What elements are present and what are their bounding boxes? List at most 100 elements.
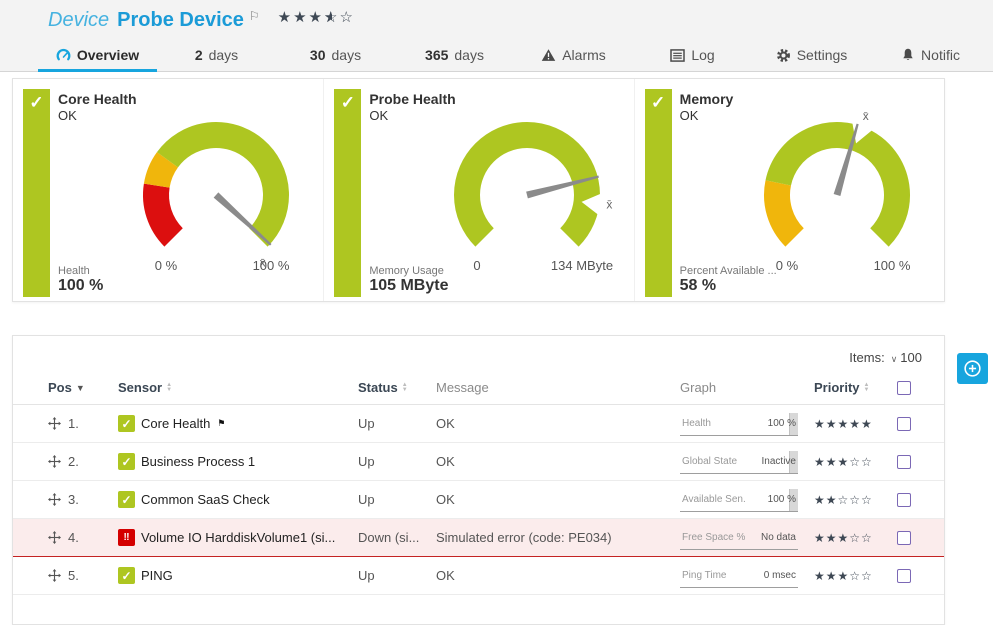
svg-text:0 %: 0 %	[155, 258, 178, 273]
mini-graph[interactable]: Health 100 %	[680, 412, 798, 436]
move-handle-icon[interactable]	[48, 417, 61, 430]
tab-30-days[interactable]: 30 days	[276, 41, 395, 72]
mini-graph[interactable]: Ping Time 0 msec	[680, 564, 798, 588]
gauge-title: Memory	[680, 91, 944, 107]
tab-365-days[interactable]: 365 days	[395, 41, 514, 72]
gauge-panel-core-health[interactable]: ✓ Core Health OK 0 % 100 % x̄ Health 100…	[13, 79, 323, 301]
row-checkbox[interactable]	[897, 569, 911, 583]
status-cell: Up	[358, 492, 436, 507]
check-icon: ✓	[341, 93, 355, 112]
svg-text:x̄: x̄	[606, 197, 612, 211]
table-row-error: 4. ‼ Volume IO HarddiskVolume1 (si... Do…	[13, 519, 944, 557]
sensor-status-icon: ✓	[118, 491, 135, 508]
select-all-checkbox[interactable]	[897, 381, 911, 395]
position-number: 2.	[68, 454, 79, 469]
core-health-gauge: 0 % 100 % x̄	[111, 107, 321, 277]
favorite-flag-icon: ⚑	[217, 418, 225, 429]
status-cell: Up	[358, 454, 436, 469]
sort-icon: ▲▼	[402, 383, 408, 393]
status-ok-bar: ✓	[23, 89, 50, 297]
channel-readout: Memory Usage 105 MByte	[369, 265, 448, 295]
page-title: Probe Device	[117, 9, 244, 32]
check-icon: ✓	[651, 93, 665, 112]
tab-log[interactable]: Log	[633, 41, 752, 72]
row-checkbox[interactable]	[897, 455, 911, 469]
probe-health-gauge: 0 134 MByte x̄	[422, 107, 632, 277]
flag-icon[interactable]: ⚐	[249, 9, 260, 23]
table-row: 1. ✓ Core Health ⚑ Up OK Health 100 % ★★…	[13, 405, 944, 443]
device-priority-rating[interactable]: ★★★☆★☆	[278, 8, 355, 26]
tab-settings[interactable]: Settings	[752, 41, 871, 72]
sensor-link[interactable]: ‼ Volume IO HarddiskVolume1 (si...	[118, 529, 358, 546]
svg-text:x̄: x̄	[863, 109, 869, 123]
status-cell: Up	[358, 416, 436, 431]
position-number: 5.	[68, 568, 79, 583]
gauge-title: Core Health	[58, 91, 323, 107]
tab-overview[interactable]: Overview	[38, 41, 157, 72]
sort-icon: ▲▼	[166, 383, 172, 393]
column-header-sensor[interactable]: Sensor▲▼	[118, 380, 358, 395]
mini-graph[interactable]: Global State Inactive	[680, 450, 798, 474]
svg-text:0 %: 0 %	[776, 258, 799, 273]
status-ok-bar: ✓	[334, 89, 361, 297]
tab-bar: Overview 2 days 30 days 365 days Alarms …	[38, 41, 993, 72]
gauges-overview-card: ✓ Core Health OK 0 % 100 % x̄ Health 100…	[12, 78, 945, 302]
tab-notifications[interactable]: Notific	[871, 41, 990, 72]
sensor-link[interactable]: ✓ PING	[118, 567, 358, 584]
move-handle-icon[interactable]	[48, 569, 61, 582]
message-cell: Simulated error (code: PE034)	[436, 530, 680, 545]
priority-stars[interactable]: ★★★☆☆	[814, 569, 897, 583]
row-checkbox[interactable]	[897, 417, 911, 431]
status-cell: Up	[358, 568, 436, 583]
table-row: 2. ✓ Business Process 1 Up OK Global Sta…	[13, 443, 944, 481]
gauge-panel-probe-health[interactable]: ✓ Probe Health OK 0 134 MByte x̄ Memory …	[323, 79, 633, 301]
svg-text:100 %: 100 %	[874, 258, 911, 273]
warning-icon	[541, 48, 556, 62]
table-header-row: Pos▼ Sensor▲▼ Status▲▼ Message Graph Pri…	[13, 371, 944, 405]
priority-stars[interactable]: ★★★☆☆	[814, 455, 897, 469]
priority-stars[interactable]: ★★★★★	[814, 417, 897, 431]
move-handle-icon[interactable]	[48, 531, 61, 544]
row-checkbox[interactable]	[897, 493, 911, 507]
column-header-graph: Graph	[680, 380, 814, 395]
circle-plus-icon	[962, 358, 983, 379]
sensor-link[interactable]: ✓ Business Process 1	[118, 453, 358, 470]
svg-text:100 %: 100 %	[253, 258, 290, 273]
add-button[interactable]	[957, 353, 988, 384]
table-row: 5. ✓ PING Up OK Ping Time 0 msec ★★★☆☆	[13, 557, 944, 595]
sensor-link[interactable]: ✓ Core Health ⚑	[118, 415, 358, 432]
gauge-panel-memory[interactable]: ✓ Memory OK 0 % 100 % x̄ Percent Availab…	[634, 79, 944, 301]
svg-text:x̄: x̄	[260, 256, 266, 270]
items-selector[interactable]: Items:∨100	[13, 336, 944, 371]
log-icon	[670, 49, 685, 62]
title-bar: Device Probe Device ⚐ ★★★☆★☆	[0, 0, 993, 34]
priority-stars[interactable]: ★★☆☆☆	[814, 493, 897, 507]
sensor-link[interactable]: ✓ Common SaaS Check	[118, 491, 358, 508]
sensor-status-icon: ✓	[118, 453, 135, 470]
mini-graph[interactable]: Available Sen. 100 %	[680, 488, 798, 512]
column-header-priority[interactable]: Priority▲▼	[814, 380, 897, 395]
svg-text:134 MByte: 134 MByte	[551, 258, 613, 273]
sensor-status-icon: ✓	[118, 567, 135, 584]
svg-text:0: 0	[473, 258, 480, 273]
gauge-title: Probe Health	[369, 91, 633, 107]
priority-stars[interactable]: ★★★☆☆	[814, 531, 897, 545]
move-handle-icon[interactable]	[48, 455, 61, 468]
top-band: Device Probe Device ⚐ ★★★☆★☆ Overview 2 …	[0, 0, 993, 72]
column-header-status[interactable]: Status▲▼	[358, 380, 436, 395]
column-header-message: Message	[436, 380, 680, 395]
gauge-icon	[56, 48, 71, 63]
check-icon: ✓	[29, 93, 43, 112]
tab-alarms[interactable]: Alarms	[514, 41, 633, 72]
mini-graph[interactable]: Free Space % No data	[680, 526, 798, 550]
row-checkbox[interactable]	[897, 531, 911, 545]
sort-icon: ▲▼	[864, 383, 870, 393]
message-cell: OK	[436, 492, 680, 507]
gear-icon	[776, 48, 791, 63]
sensor-error-icon: ‼	[118, 529, 135, 546]
move-handle-icon[interactable]	[48, 493, 61, 506]
tab-2-days[interactable]: 2 days	[157, 41, 276, 72]
column-header-pos[interactable]: Pos▼	[48, 380, 118, 395]
chevron-down-icon: ∨	[891, 354, 898, 364]
message-cell: OK	[436, 416, 680, 431]
